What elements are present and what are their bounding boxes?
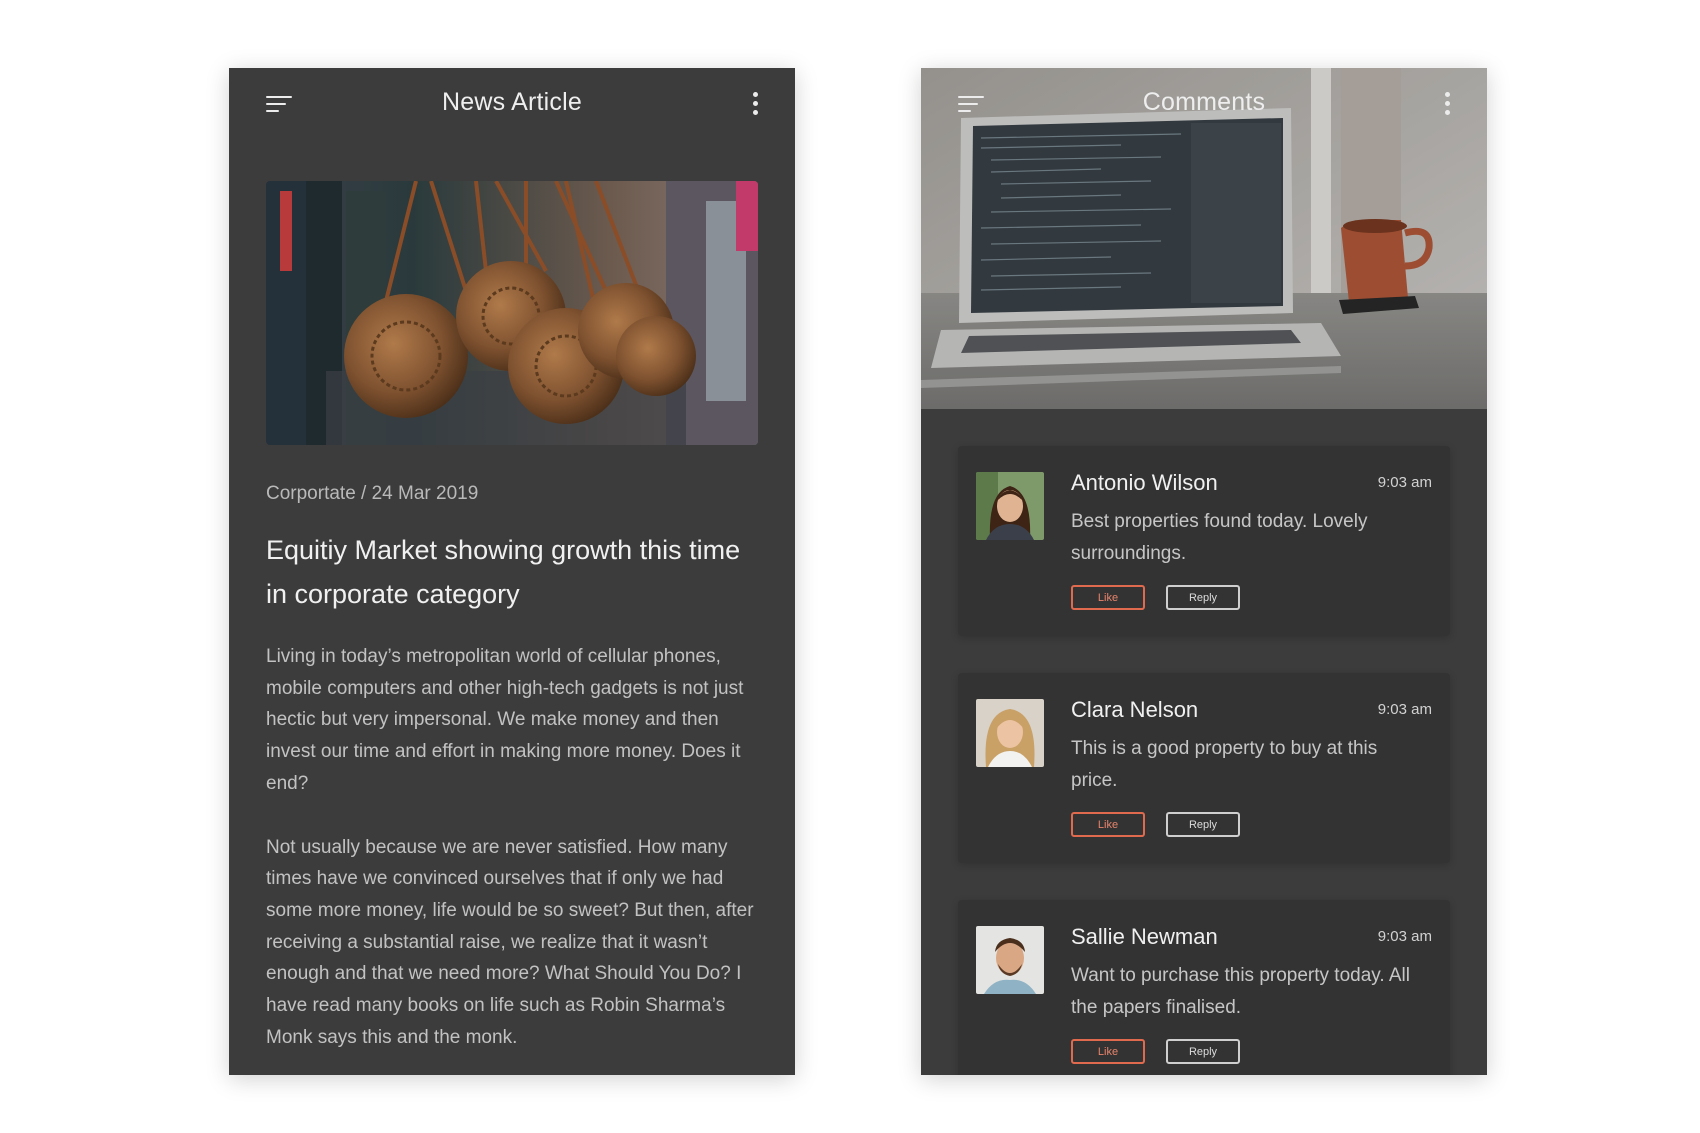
avatar <box>976 472 1044 540</box>
comments-screen: Comments Antonio Wilson 9:03 am Best pro… <box>921 68 1487 1075</box>
article-paragraph: Not usually because we are never satisfi… <box>266 836 754 1048</box>
reply-button[interactable]: Reply <box>1166 812 1240 837</box>
article-hero-image <box>266 181 758 445</box>
reply-button[interactable]: Reply <box>1166 585 1240 610</box>
comment-time: 9:03 am <box>1377 928 1432 945</box>
comment-time: 9:03 am <box>1377 701 1432 718</box>
commenter-name: Sallie Newman <box>1071 924 1218 949</box>
comment-card: Clara Nelson 9:03 am This is a good prop… <box>958 673 1450 863</box>
comments-header: Comments <box>921 68 1487 142</box>
article-paragraph: Living in today’s metropolitan world of … <box>266 646 744 794</box>
avatar <box>976 699 1044 767</box>
kebab-more-icon[interactable] <box>751 92 759 120</box>
comment-text: Best properties found today. Lovely surr… <box>1071 511 1368 564</box>
comment-card: Sallie Newman 9:03 am Want to purchase t… <box>958 900 1450 1075</box>
page-title: News Article <box>442 88 582 116</box>
like-button[interactable]: Like <box>1071 585 1145 610</box>
comment-time: 9:03 am <box>1377 474 1432 491</box>
page-title: Comments <box>1142 88 1266 116</box>
article-headline: Equitiy Market showing growth this time … <box>266 535 741 609</box>
comment-text: This is a good property to buy at this p… <box>1071 738 1378 791</box>
comment-card: Antonio Wilson 9:03 am Best properties f… <box>958 446 1450 636</box>
article-header: News Article <box>229 68 795 142</box>
article-body: Living in today’s metropolitan world of … <box>266 641 758 1075</box>
avatar <box>976 926 1044 994</box>
reply-button[interactable]: Reply <box>1166 1039 1240 1064</box>
commenter-name: Clara Nelson <box>1071 697 1199 722</box>
commenter-name: Antonio Wilson <box>1071 470 1218 495</box>
like-button[interactable]: Like <box>1071 812 1145 837</box>
article-category-date: Corportate / 24 Mar 2019 <box>266 483 479 504</box>
like-button[interactable]: Like <box>1071 1039 1145 1064</box>
news-article-screen: News Article Corportate / 24 Mar 2019 Eq… <box>229 68 795 1075</box>
kebab-more-icon[interactable] <box>1443 92 1451 120</box>
comment-text: Want to purchase this property today. Al… <box>1071 965 1411 1018</box>
